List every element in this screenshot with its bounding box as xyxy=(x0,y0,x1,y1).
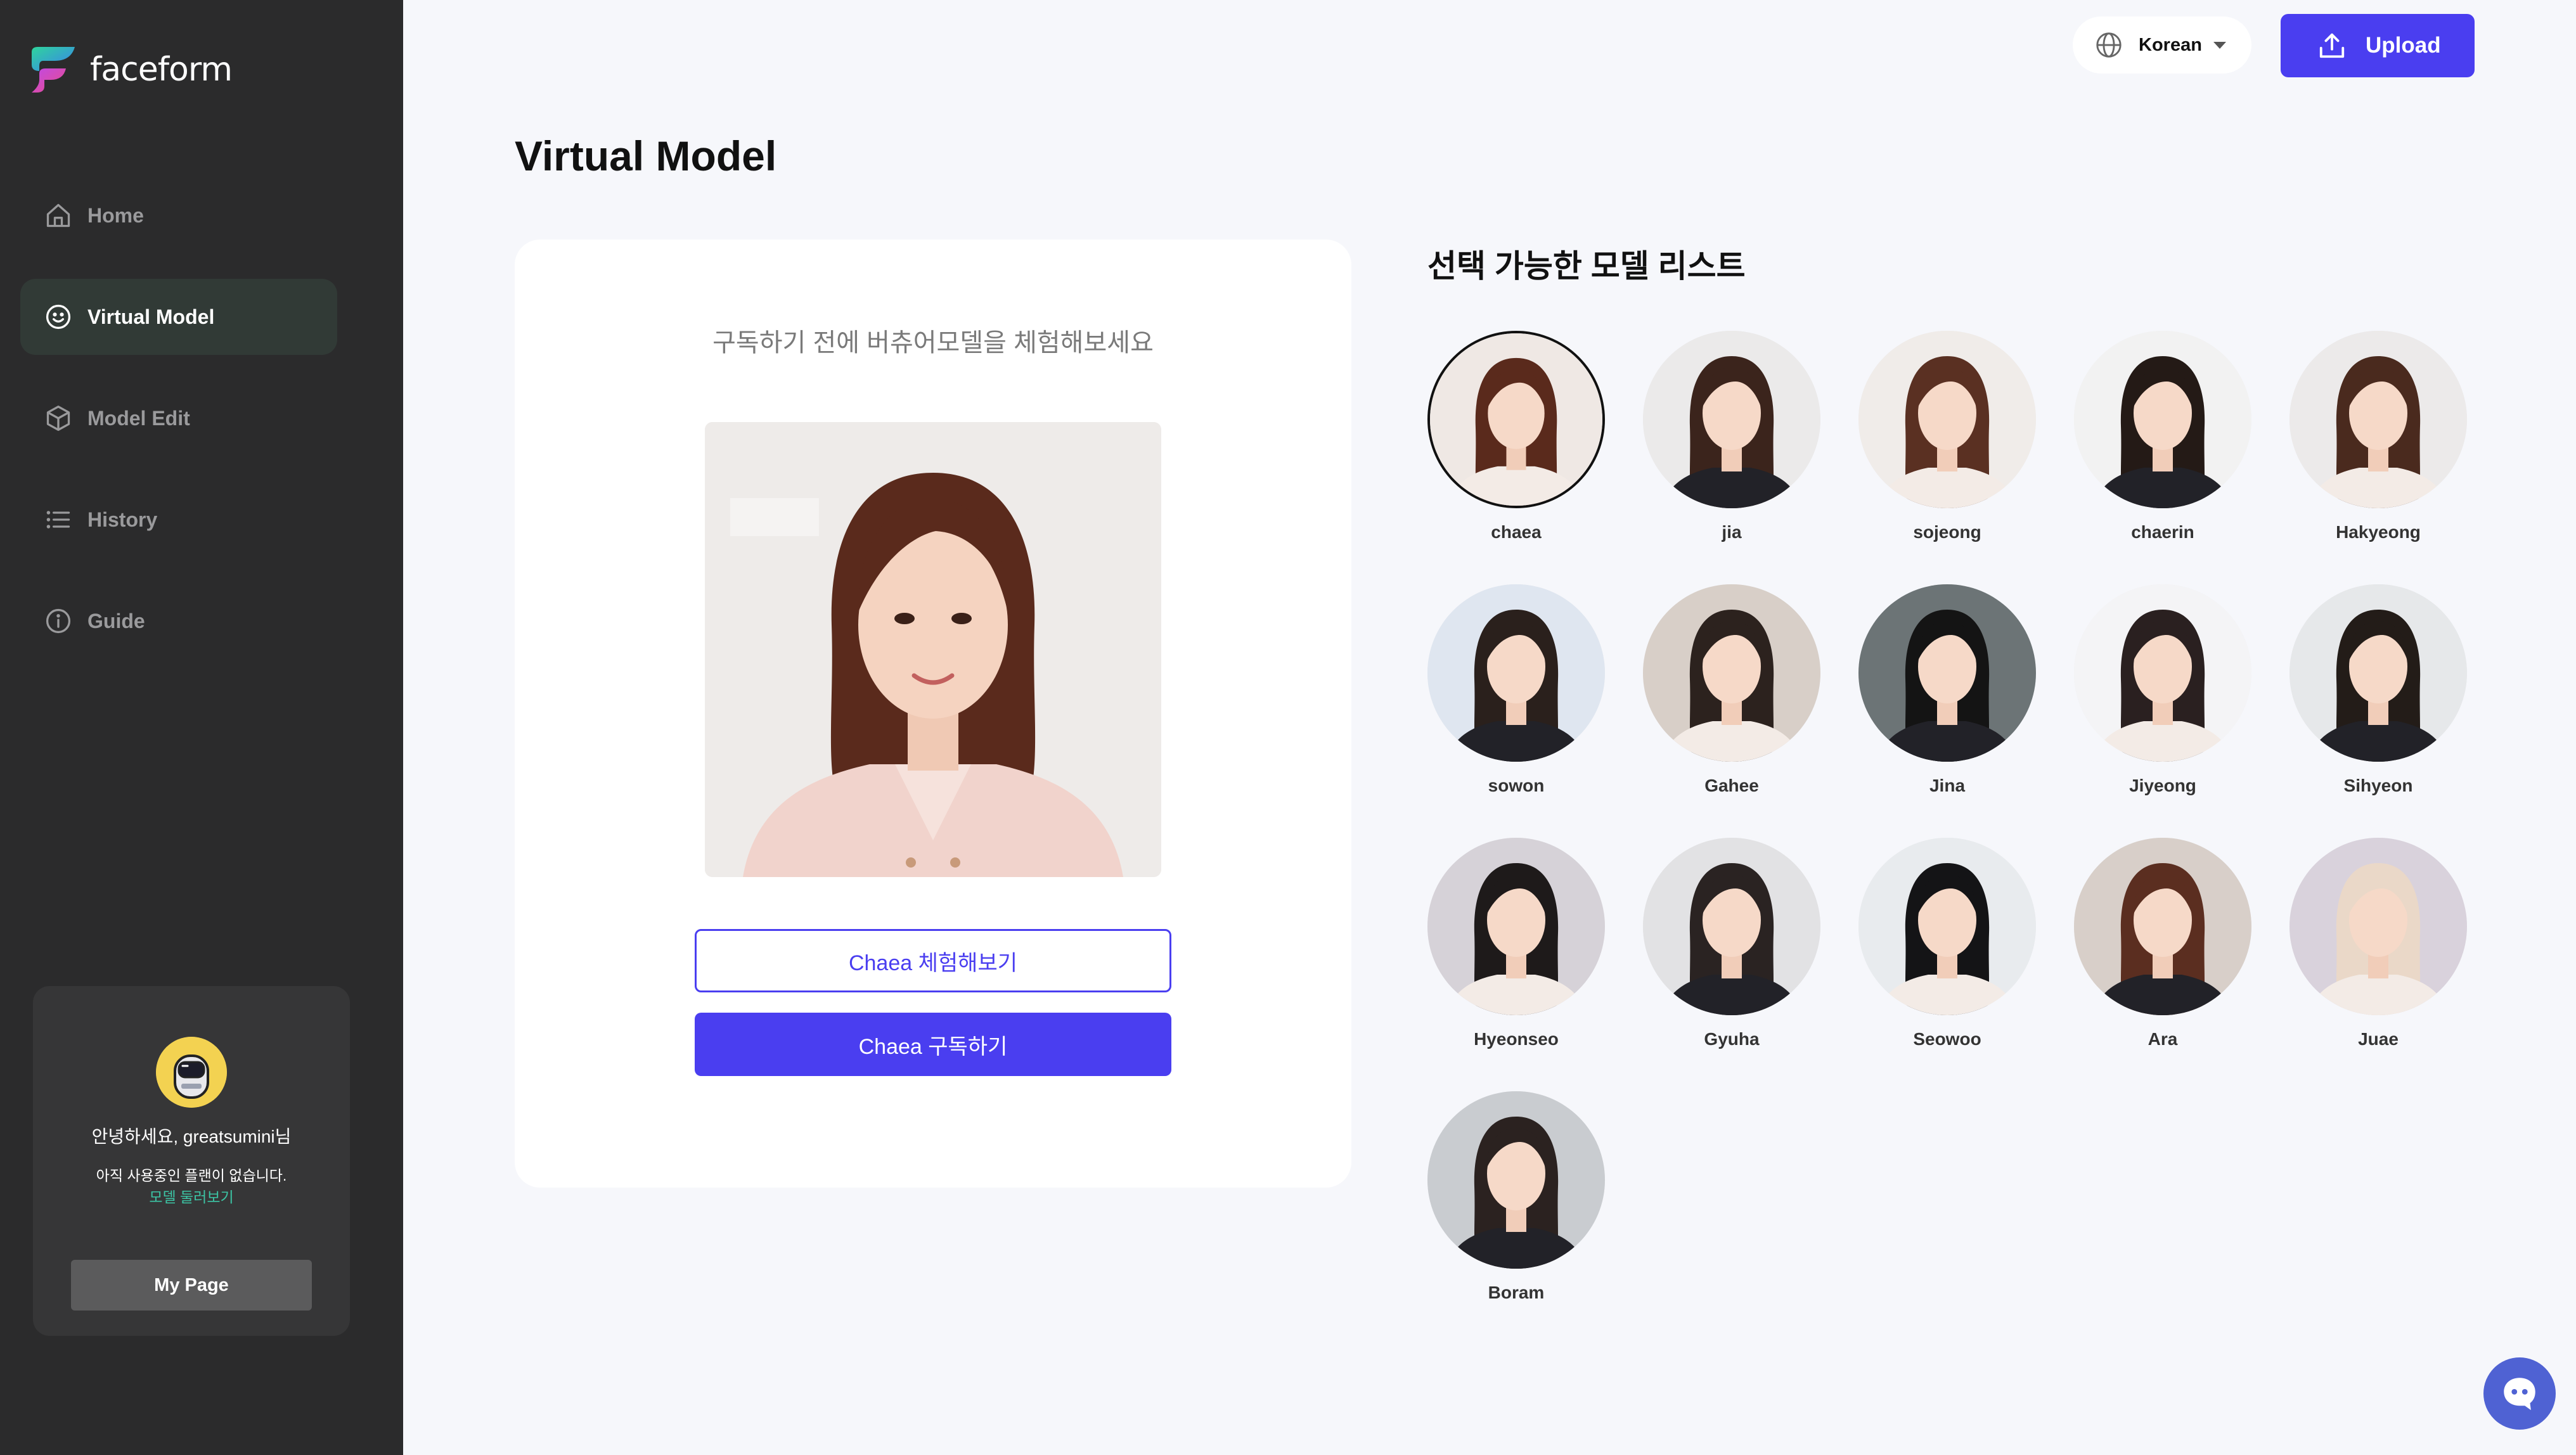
model-name-label: Gyuha xyxy=(1704,1029,1760,1049)
model-name-label: Juae xyxy=(2358,1029,2399,1049)
chat-support-button[interactable] xyxy=(2483,1357,2556,1430)
upload-label: Upload xyxy=(2366,33,2441,58)
language-select[interactable]: Korean xyxy=(2073,16,2251,74)
try-model-button[interactable]: Chaea 체험해보기 xyxy=(695,929,1171,992)
model-item-chaea[interactable]: chaea xyxy=(1427,331,1605,559)
model-item-gyuha[interactable]: Gyuha xyxy=(1643,838,1820,1066)
model-avatar xyxy=(2289,331,2467,508)
sidebar-item-virtual-model[interactable]: Virtual Model xyxy=(20,279,337,355)
model-item-chaerin[interactable]: chaerin xyxy=(2074,331,2251,559)
model-name-label: Seowoo xyxy=(1913,1029,1981,1049)
model-name-label: sojeong xyxy=(1913,522,1981,542)
app-logo[interactable]: faceform xyxy=(29,46,233,94)
model-name-label: Hakyeong xyxy=(2336,522,2421,542)
model-name-label: Hyeonseo xyxy=(1474,1029,1559,1049)
model-avatar xyxy=(1858,584,2036,762)
model-item-sowon[interactable]: sowon xyxy=(1427,584,1605,812)
model-item-jina[interactable]: Jina xyxy=(1858,584,2036,812)
sidebar-item-label: Guide xyxy=(87,609,145,632)
browse-models-link[interactable]: 모델 둘러보기 xyxy=(33,1185,350,1207)
model-item-sojeong[interactable]: sojeong xyxy=(1858,331,2036,559)
sidebar: faceform Home Virtual Model Model Edit H… xyxy=(0,0,403,1455)
model-item-hakyeong[interactable]: Hakyeong xyxy=(2289,331,2467,559)
model-item-sihyeon[interactable]: Sihyeon xyxy=(2289,584,2467,812)
model-item-jiyeong[interactable]: Jiyeong xyxy=(2074,584,2251,812)
model-preview-image xyxy=(705,422,1161,877)
model-item-ara[interactable]: Ara xyxy=(2074,838,2251,1066)
model-name-label: Jina xyxy=(1929,776,1966,795)
subscribe-model-button[interactable]: Chaea 구독하기 xyxy=(695,1013,1171,1076)
model-item-seowoo[interactable]: Seowoo xyxy=(1858,838,2036,1066)
preview-subtitle: 구독하기 전에 버츄어모델을 체험해보세요 xyxy=(712,329,1154,357)
language-label: Korean xyxy=(2139,34,2202,55)
model-name-label: Ara xyxy=(2148,1029,2178,1049)
model-avatar xyxy=(2074,838,2251,1015)
model-avatar xyxy=(1643,838,1820,1015)
model-name-label: chaerin xyxy=(2131,522,2194,542)
astronaut-avatar-icon xyxy=(156,1037,227,1108)
upload-icon xyxy=(2319,33,2345,58)
sidebar-item-label: Virtual Model xyxy=(87,305,215,328)
model-item-gahee[interactable]: Gahee xyxy=(1643,584,1820,812)
model-avatar xyxy=(1427,584,1605,762)
my-page-button[interactable]: My Page xyxy=(71,1260,312,1311)
model-preview-card: 구독하기 전에 버츄어모델을 체험해보세요 Chaea 체험해보기 Chaea … xyxy=(515,240,1351,1188)
avatar xyxy=(156,1037,227,1108)
sidebar-item-guide[interactable]: Guide xyxy=(20,583,337,659)
model-avatar xyxy=(1643,584,1820,762)
no-plan-text: 아직 사용중인 플랜이 없습니다. xyxy=(96,1167,287,1184)
sidebar-item-home[interactable]: Home xyxy=(20,177,337,253)
greeting-text: 안녕하세요, greatsumini님 xyxy=(91,1127,292,1146)
sidebar-item-label: Model Edit xyxy=(87,406,190,430)
model-avatar xyxy=(1427,838,1605,1015)
page-title: Virtual Model xyxy=(515,132,777,179)
model-item-hyeonseo[interactable]: Hyeonseo xyxy=(1427,838,1605,1066)
sidebar-item-label: History xyxy=(87,508,158,531)
profile-card: 안녕하세요, greatsumini님 아직 사용중인 플랜이 없습니다. 모델… xyxy=(33,986,350,1336)
cube-icon xyxy=(46,406,70,431)
model-avatar xyxy=(1427,1091,1605,1269)
home-icon xyxy=(46,203,70,228)
chevron-down-icon xyxy=(2213,42,2226,49)
model-name-label: jia xyxy=(1722,522,1742,542)
model-avatar xyxy=(1858,838,2036,1015)
sidebar-nav: Home Virtual Model Model Edit History Gu… xyxy=(20,177,337,684)
sidebar-item-model-edit[interactable]: Model Edit xyxy=(20,380,337,456)
model-list-title: 선택 가능한 모델 리스트 xyxy=(1427,248,1746,284)
model-avatar xyxy=(2074,584,2251,762)
model-item-juae[interactable]: Juae xyxy=(2289,838,2467,1066)
model-name-label: Sihyeon xyxy=(2343,776,2413,795)
model-name-label: Jiyeong xyxy=(2129,776,2196,795)
model-name-label: Gahee xyxy=(1704,776,1759,795)
model-item-jia[interactable]: jia xyxy=(1643,331,1820,559)
list-icon xyxy=(46,511,70,529)
model-item-boram[interactable]: Boram xyxy=(1427,1091,1605,1319)
model-avatar xyxy=(1427,331,1605,508)
model-avatar xyxy=(1858,331,2036,508)
model-name-label: sowon xyxy=(1488,776,1545,795)
model-avatar xyxy=(2074,331,2251,508)
model-avatar xyxy=(1643,331,1820,508)
faceform-logo-icon xyxy=(32,47,75,93)
model-name-label: chaea xyxy=(1491,522,1542,542)
chat-bubble-icon xyxy=(2504,1378,2535,1411)
app-name: faceform xyxy=(90,51,233,89)
model-avatar xyxy=(2289,838,2467,1015)
upload-button[interactable]: Upload xyxy=(2281,14,2475,77)
model-avatar xyxy=(2289,584,2467,762)
sidebar-item-history[interactable]: History xyxy=(20,482,337,558)
smile-icon xyxy=(46,304,71,330)
sidebar-item-label: Home xyxy=(87,203,144,227)
globe-icon xyxy=(2096,32,2122,58)
info-icon xyxy=(46,608,71,634)
model-name-label: Boram xyxy=(1488,1283,1545,1302)
